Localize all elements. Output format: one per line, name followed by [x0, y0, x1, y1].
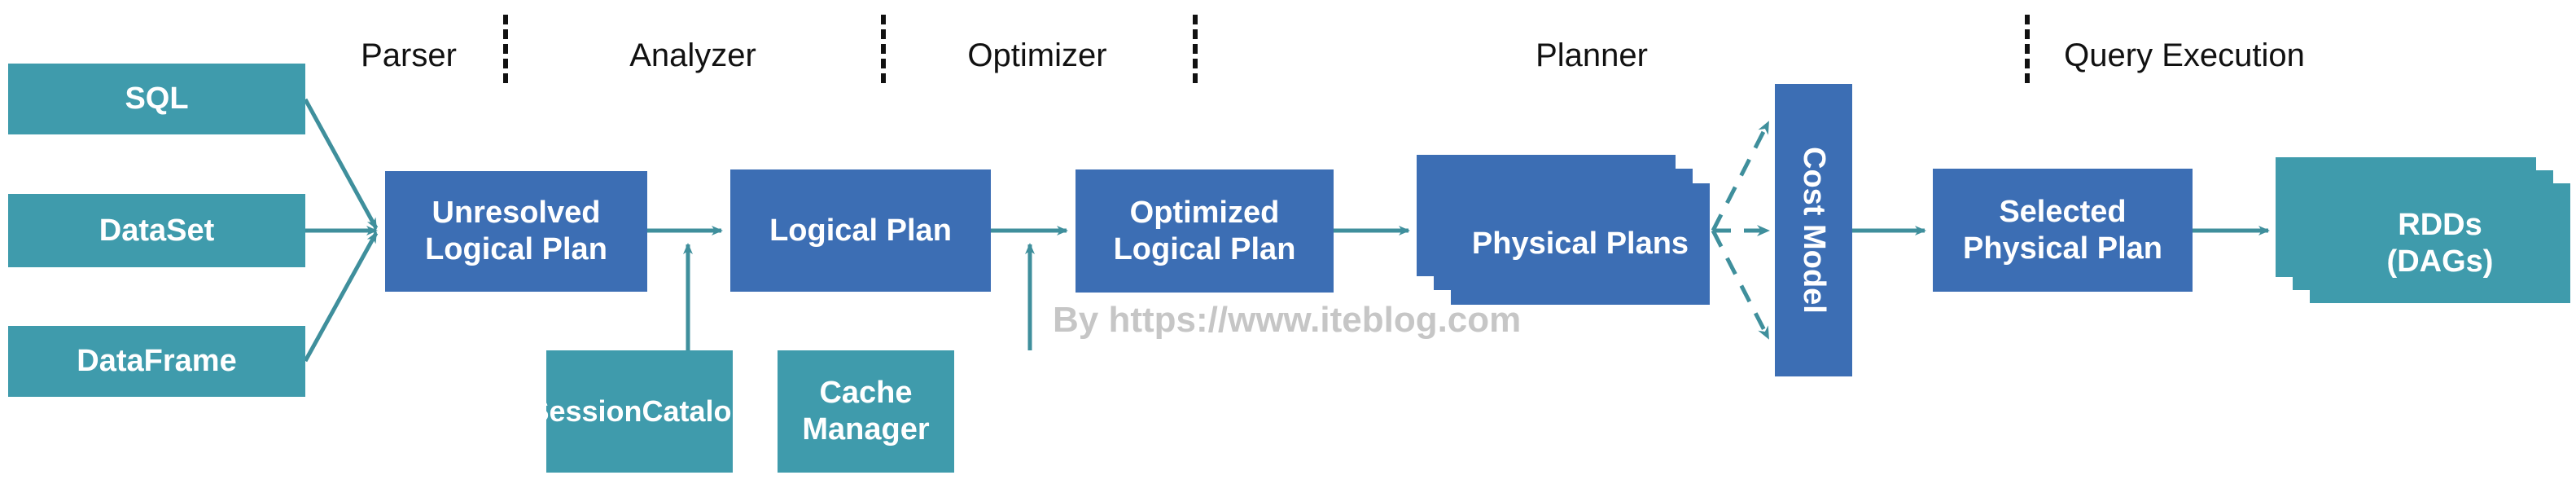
divider-analyzer-optimizer — [881, 15, 886, 83]
edge-dataframe-to-unresolved — [303, 231, 379, 363]
node-optimized-logical-plan-label: Optimized Logical Plan — [1113, 195, 1296, 266]
edge-physical-to-costmodel-up — [1711, 121, 1771, 232]
diagram-canvas: Parser Analyzer Optimizer Planner Query Exec… — [0, 0, 2576, 484]
phase-label-optimizer: Optimizer — [967, 37, 1107, 73]
node-dataframe-label: DataFrame — [77, 344, 237, 379]
node-cache-manager-label: Cache Manager — [802, 376, 930, 447]
node-sql[interactable]: SQL — [8, 64, 305, 134]
node-rdds-label: RDDs (DAGs) — [2386, 207, 2494, 279]
node-unresolved-logical-plan-label: Unresolved Logical Plan — [425, 196, 607, 266]
phase-label-planner: Planner — [1536, 37, 1648, 73]
node-dataset[interactable]: DataSet — [8, 194, 305, 267]
node-session-catalog-label: SessionCatalog — [529, 394, 750, 428]
node-dataframe[interactable]: DataFrame — [8, 326, 305, 397]
node-physical-plans[interactable]: Physical Plans — [1451, 183, 1710, 305]
node-sql-label: SQL — [125, 81, 189, 117]
divider-planner-query-execution — [2025, 15, 2030, 83]
node-unresolved-logical-plan[interactable]: Unresolved Logical Plan — [385, 171, 647, 292]
phase-label-parser: Parser — [361, 37, 457, 73]
node-selected-physical-plan-label: Selected Physical Plan — [1962, 194, 2162, 266]
divider-optimizer-planner — [1193, 15, 1198, 83]
node-cost-model-label: Cost Model — [1796, 147, 1831, 314]
phase-label-analyzer: Analyzer — [629, 37, 756, 73]
node-optimized-logical-plan[interactable]: Optimized Logical Plan — [1076, 169, 1334, 293]
node-session-catalog[interactable]: SessionCatalog — [529, 350, 750, 473]
divider-parser-analyzer — [503, 15, 508, 83]
node-rdds[interactable]: RDDs (DAGs) — [2310, 183, 2570, 303]
node-selected-physical-plan[interactable]: Selected Physical Plan — [1933, 169, 2193, 292]
node-logical-plan[interactable]: Logical Plan — [730, 169, 991, 292]
watermark: By https://www.iteblog.com — [1053, 300, 1522, 340]
phase-label-query-execution: Query Execution — [2064, 37, 2305, 73]
node-physical-plans-label: Physical Plans — [1471, 227, 1689, 262]
node-dataset-label: DataSet — [99, 213, 215, 248]
edge-sql-to-unresolved — [303, 98, 379, 230]
node-logical-plan-label: Logical Plan — [769, 213, 952, 248]
edge-physical-to-costmodel-down — [1711, 229, 1771, 340]
node-cost-model[interactable]: Cost Model — [1775, 84, 1852, 376]
node-cache-manager[interactable]: Cache Manager — [778, 350, 954, 473]
